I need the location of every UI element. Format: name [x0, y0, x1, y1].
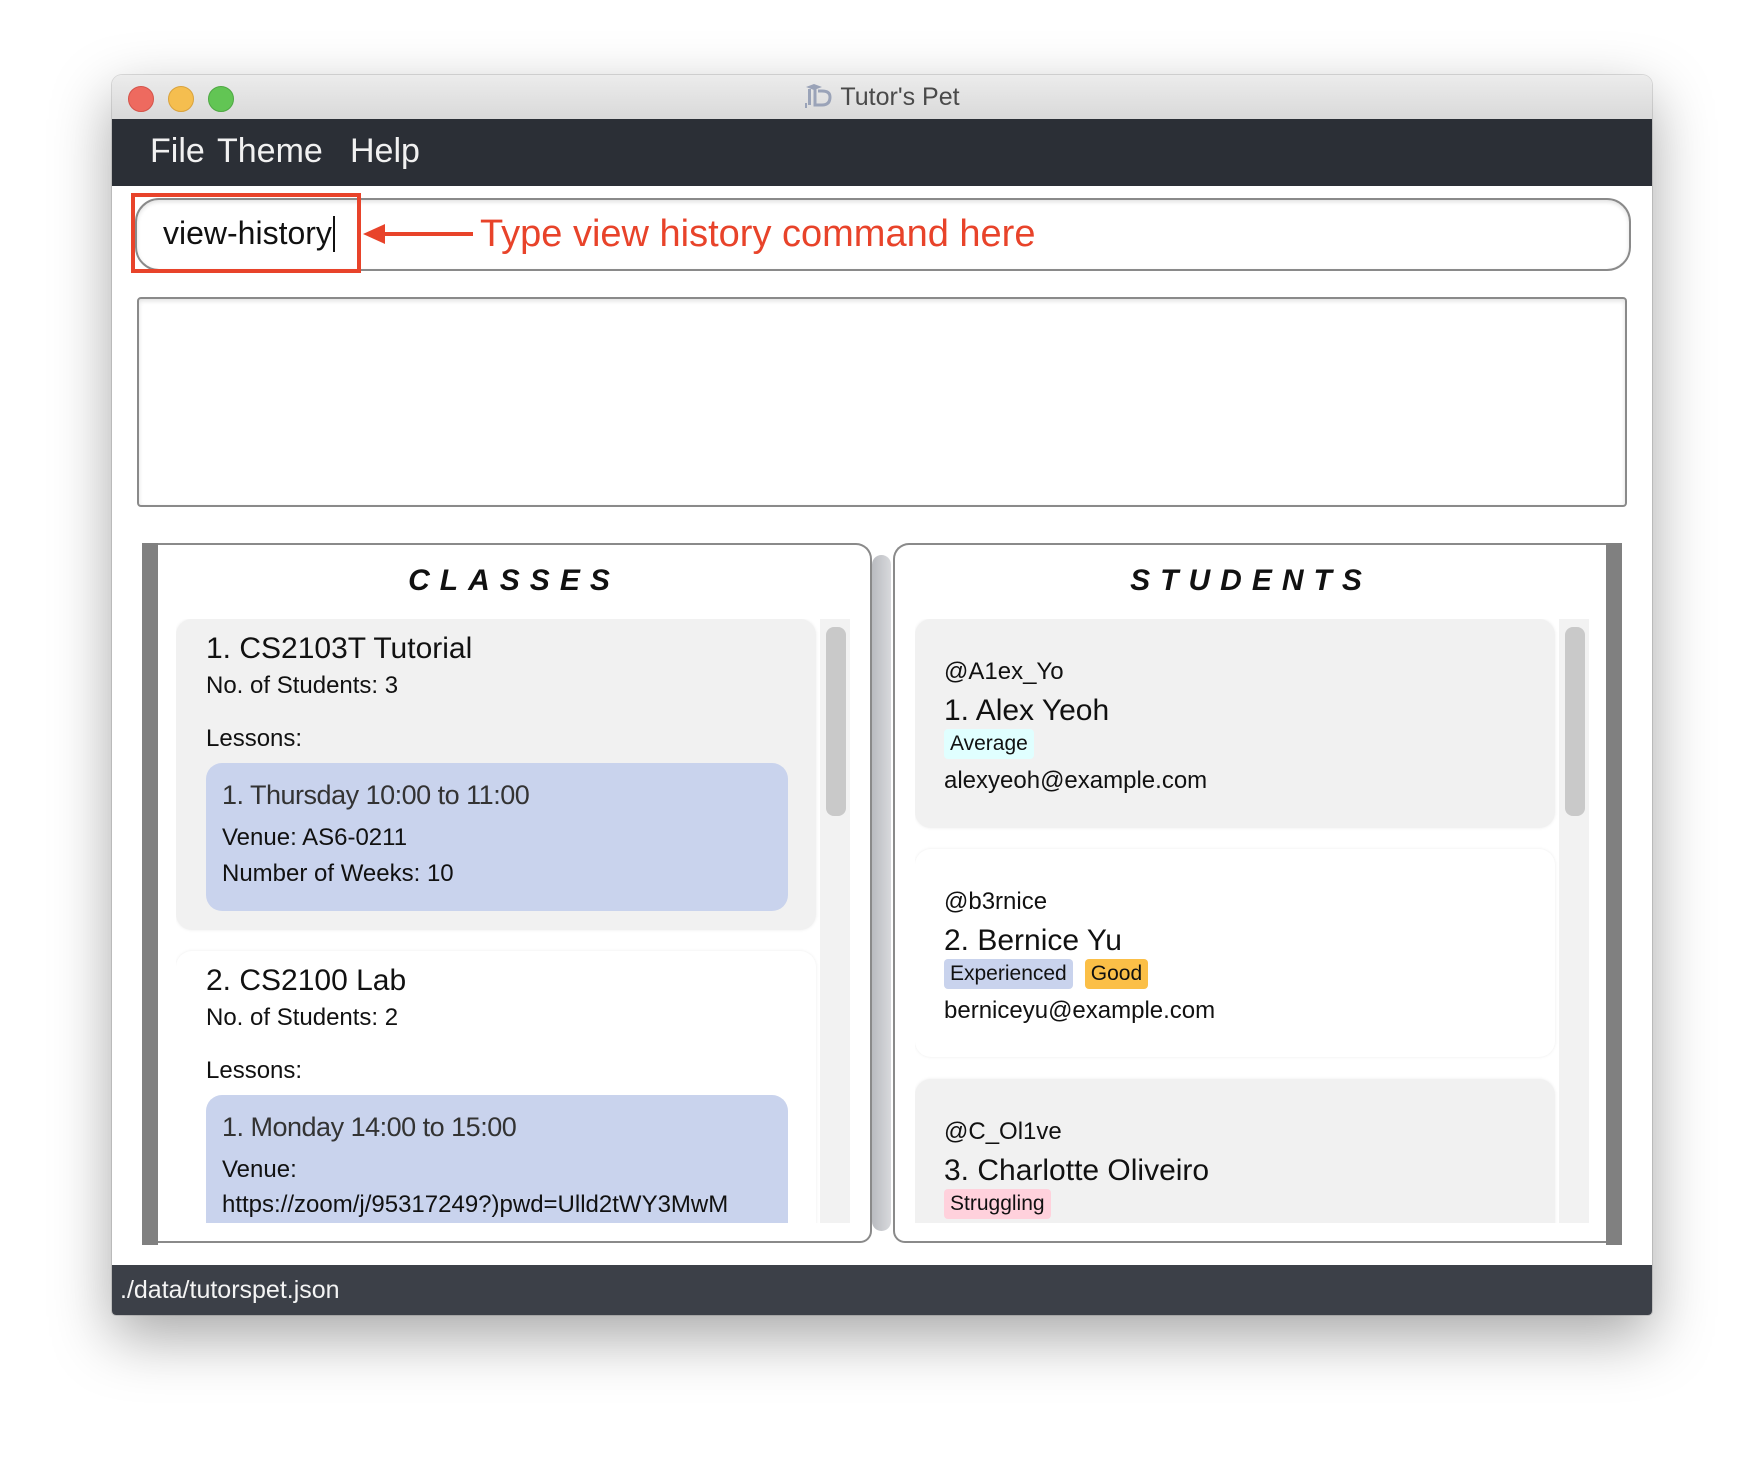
classes-panel-edge: [142, 543, 158, 1245]
student-tag: Good: [1084, 959, 1149, 989]
student-tags: Struggling: [944, 1189, 1063, 1219]
students-list[interactable]: @A1ex_Yo 1. Alex Yeoh Average alexyeoh@e…: [915, 619, 1589, 1223]
student-card[interactable]: @C_Ol1ve 3. Charlotte Oliveiro Strugglin…: [915, 1079, 1555, 1223]
student-tags: Experienced Good: [944, 959, 1160, 989]
student-card[interactable]: @b3rnice 2. Bernice Yu Experienced Good b…: [915, 849, 1555, 1057]
menu-bar: File Theme Help: [112, 119, 1652, 186]
classes-panel: CLASSES 1. CS2103T Tutorial No. of Stude…: [158, 543, 872, 1243]
window-title: Tutor's Pet: [112, 83, 1652, 115]
student-name: 3. Charlotte Oliveiro: [944, 1154, 1210, 1187]
student-tag: Average: [944, 729, 1034, 759]
lesson-venue-link: https://zoom/j/95317249?)pwd=Ulld2tWY3Mw…: [222, 1191, 729, 1218]
lesson-weeks: Number of Weeks: 10: [222, 860, 454, 887]
student-tags: Average: [944, 729, 1046, 759]
data-file-path: ./data/tutorspet.json: [120, 1276, 340, 1304]
title-bar: Tutor's Pet: [112, 75, 1652, 120]
lessons-label: Lessons:: [206, 725, 303, 752]
lesson-time: 1. Thursday 10:00 to 11:00: [222, 780, 530, 810]
split-pane-divider[interactable]: [872, 555, 891, 1231]
student-name: 1. Alex Yeoh: [944, 694, 1110, 727]
status-bar: ./data/tutorspet.json: [112, 1265, 1652, 1315]
lesson-venue: Venue: AS6-0211: [222, 824, 408, 851]
classes-title: CLASSES: [408, 564, 620, 597]
student-telegram-handle: @b3rnice: [944, 888, 1048, 915]
menu-theme[interactable]: Theme: [217, 131, 323, 171]
class-title: 1. CS2103T Tutorial: [206, 632, 473, 665]
app-window: Tutor's Pet File Theme Help view-history…: [112, 75, 1652, 1315]
student-email: berniceyu@example.com: [944, 997, 1216, 1024]
menu-help[interactable]: Help: [350, 131, 420, 171]
student-email: alexyeoh@example.com: [944, 767, 1208, 794]
annotation-text: Type view history command here: [480, 213, 1036, 255]
lesson-card[interactable]: 1. Monday 14:00 to 15:00 Venue: https://…: [206, 1095, 788, 1223]
classes-list[interactable]: 1. CS2103T Tutorial No. of Students: 3 L…: [176, 619, 850, 1223]
lessons-label: Lessons:: [206, 1057, 303, 1084]
classes-scrollbar[interactable]: [820, 619, 850, 1223]
lesson-time: 1. Monday 14:00 to 15:00: [222, 1112, 517, 1142]
students-title: STUDENTS: [1130, 564, 1372, 597]
students-panel-edge: [1606, 543, 1622, 1245]
class-card[interactable]: 1. CS2103T Tutorial No. of Students: 3 L…: [176, 619, 816, 930]
annotation-highlight-box: [131, 193, 361, 273]
students-scrollbar-thumb[interactable]: [1565, 627, 1585, 816]
student-telegram-handle: @A1ex_Yo: [944, 658, 1064, 685]
class-student-count: No. of Students: 3: [206, 672, 399, 699]
student-tag: Experienced: [944, 959, 1073, 989]
student-telegram-handle: @C_Ol1ve: [944, 1118, 1062, 1145]
students-scrollbar[interactable]: [1559, 619, 1589, 1223]
lesson-card[interactable]: 1. Thursday 10:00 to 11:00 Venue: AS6-02…: [206, 763, 788, 911]
class-title: 2. CS2100 Lab: [206, 964, 407, 997]
classes-scrollbar-thumb[interactable]: [826, 627, 846, 816]
menu-file[interactable]: File: [150, 131, 205, 171]
class-student-count: No. of Students: 2: [206, 1004, 399, 1031]
lesson-venue: Venue:: [222, 1156, 297, 1183]
class-card[interactable]: 2. CS2100 Lab No. of Students: 2 Lessons…: [176, 951, 816, 1223]
window-title-text: Tutor's Pet: [840, 83, 960, 111]
app-logo-icon: [804, 83, 832, 115]
result-display[interactable]: [137, 297, 1627, 507]
student-name: 2. Bernice Yu: [944, 924, 1122, 957]
student-tag: Struggling: [944, 1189, 1051, 1219]
annotation-arrow-icon: [363, 224, 473, 244]
student-card[interactable]: @A1ex_Yo 1. Alex Yeoh Average alexyeoh@e…: [915, 619, 1555, 828]
students-panel: STUDENTS @A1ex_Yo 1. Alex Yeoh Average a…: [893, 543, 1607, 1243]
